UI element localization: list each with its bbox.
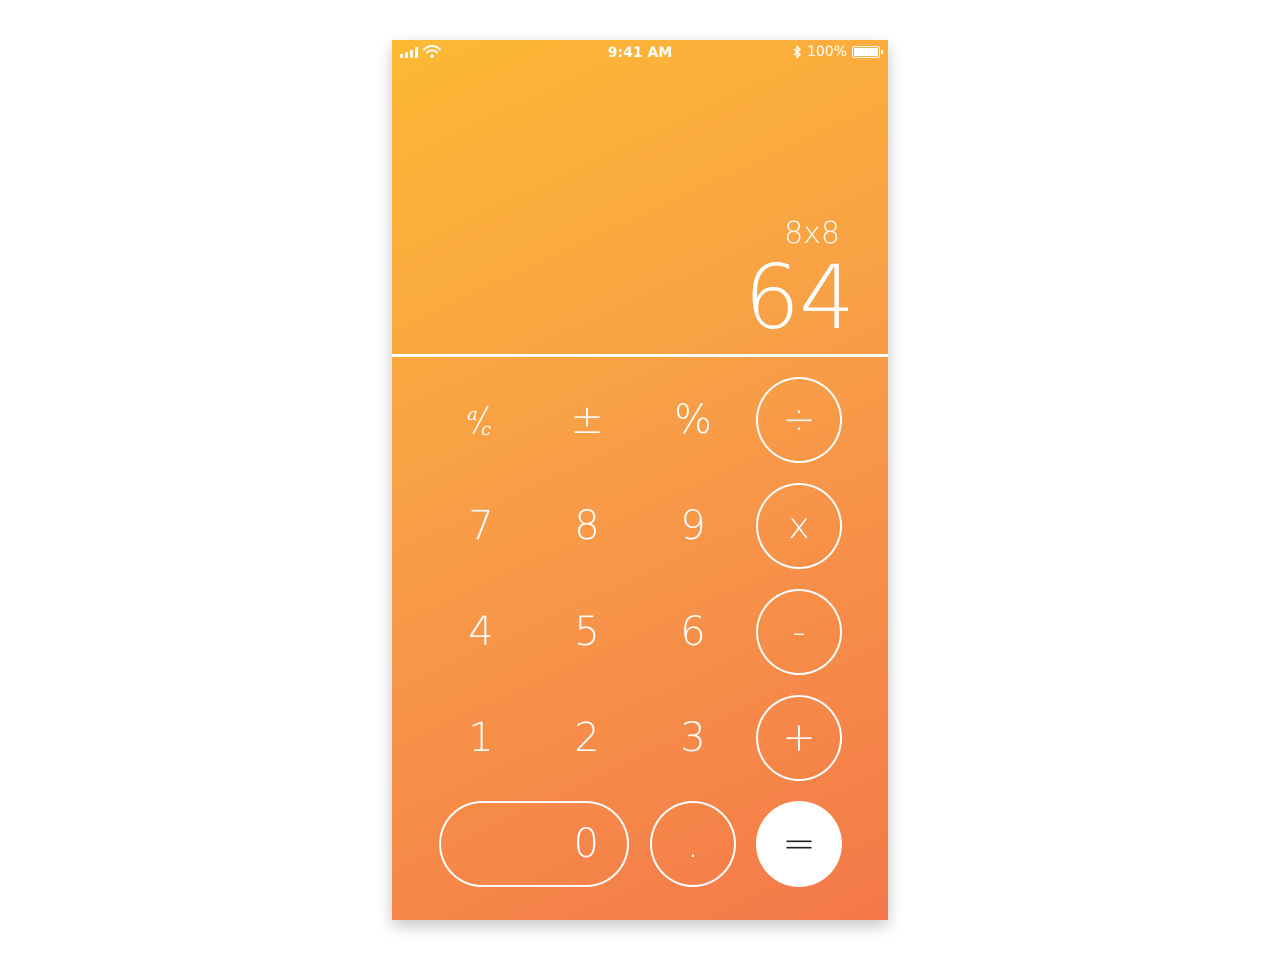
equals-button[interactable]: =	[756, 801, 842, 887]
key-7[interactable]: 7	[438, 483, 524, 569]
multiply-button[interactable]: x	[756, 483, 842, 569]
all-clear-icon: a c	[467, 404, 491, 440]
key-9[interactable]: 9	[650, 483, 736, 569]
decimal-button[interactable]: .	[650, 801, 736, 887]
percent-button[interactable]: %	[650, 377, 736, 463]
status-bar: 9:41 AM 100%	[392, 40, 888, 66]
plus-minus-button[interactable]: ±	[544, 377, 630, 463]
battery-icon	[852, 46, 883, 58]
calculator-screen: 9:41 AM 100% 8x8 64 a c ± % ÷ 7 8 9 x 4 …	[392, 40, 888, 920]
key-8[interactable]: 8	[544, 483, 630, 569]
subtract-button[interactable]: -	[756, 589, 842, 675]
key-6[interactable]: 6	[650, 589, 736, 675]
status-right: 100%	[793, 44, 883, 60]
key-2[interactable]: 2	[544, 695, 630, 781]
svg-text:c: c	[481, 419, 491, 440]
display-divider	[392, 354, 888, 357]
key-5[interactable]: 5	[544, 589, 630, 675]
key-4[interactable]: 4	[438, 589, 524, 675]
divide-button[interactable]: ÷	[756, 377, 842, 463]
key-3[interactable]: 3	[650, 695, 736, 781]
all-clear-button[interactable]: a c	[438, 377, 524, 463]
result-display: 64	[744, 246, 855, 349]
key-0[interactable]: 0	[439, 801, 629, 887]
bluetooth-icon	[793, 45, 801, 59]
key-1[interactable]: 1	[438, 695, 524, 781]
battery-fill	[854, 48, 878, 56]
svg-text:a: a	[467, 404, 478, 425]
battery-percent: 100%	[806, 44, 847, 60]
add-button[interactable]: +	[756, 695, 842, 781]
